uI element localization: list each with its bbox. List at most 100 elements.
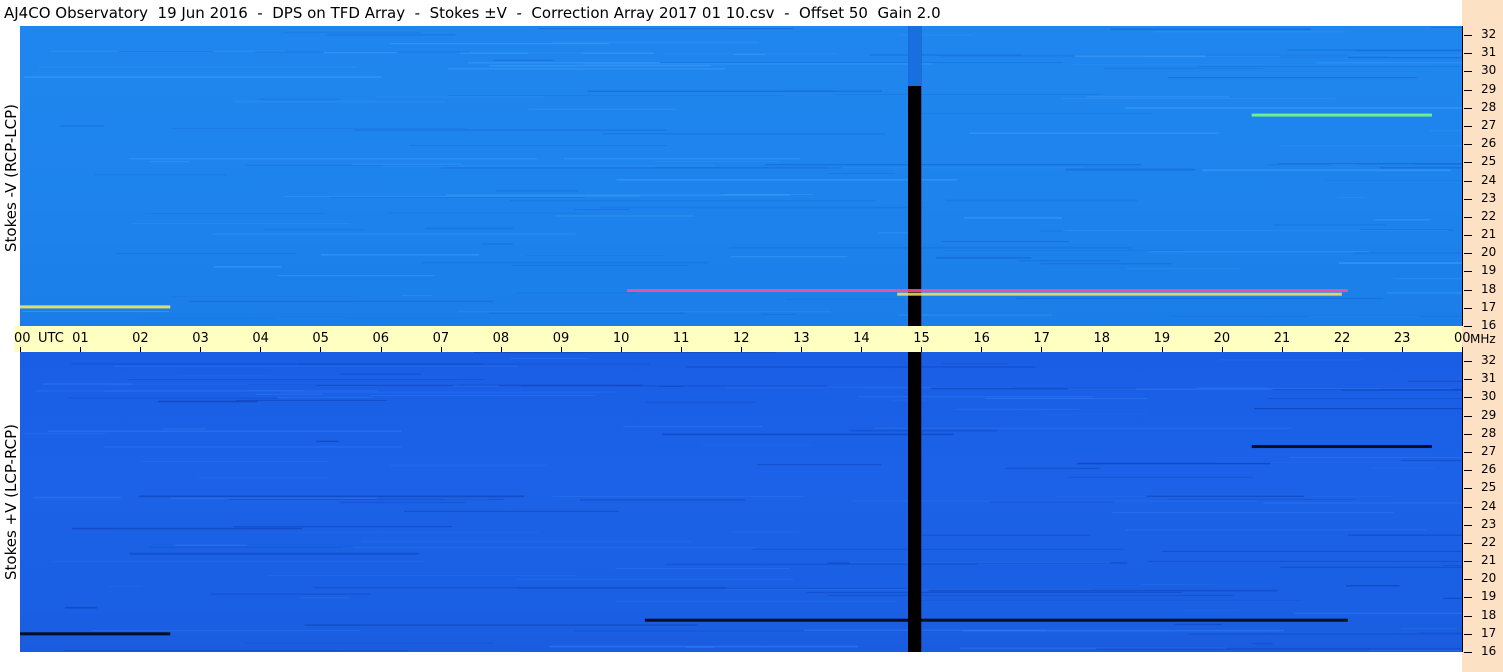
noise-streak [686, 646, 715, 648]
noise-streak [733, 531, 800, 533]
mhz-tick-label: 22 [1481, 534, 1497, 549]
bottom-panel-ylabel: Stokes +V (LCP-RCP) [2, 424, 20, 580]
noise-streak [1263, 502, 1462, 504]
noise-streak [178, 374, 272, 376]
noise-streak [1004, 467, 1100, 470]
noise-streak [1061, 229, 1448, 231]
utc-tick-label: 00 [14, 331, 31, 346]
noise-streak [452, 385, 500, 387]
noise-streak [1174, 623, 1223, 626]
noise-streak [913, 112, 1151, 115]
noise-streak [162, 428, 207, 430]
mhz-tick-mark [1464, 470, 1472, 472]
mhz-tick-label: 31 [1481, 371, 1497, 386]
noise-streak [129, 552, 419, 555]
noise-streak [1202, 169, 1451, 172]
noise-streak [139, 495, 525, 498]
noise-streak [1294, 612, 1462, 614]
noise-streak [1252, 642, 1274, 645]
noise-streak [339, 373, 421, 375]
noise-streak [321, 254, 480, 256]
utc-tick-mark [921, 347, 923, 352]
mhz-tick-mark [1464, 379, 1472, 381]
noise-streak [389, 464, 548, 466]
noise-streak [284, 195, 640, 197]
noise-streak [898, 314, 1052, 316]
noise-streak [645, 401, 756, 403]
utc-tick-mark [1401, 347, 1403, 352]
noise-streak [849, 561, 1111, 564]
mhz-tick-label: 28 [1481, 425, 1497, 440]
noise-streak [141, 461, 330, 462]
noise-streak [828, 594, 1234, 596]
noise-streak [1358, 163, 1462, 165]
mhz-tick-mark [1464, 253, 1472, 255]
noise-streak [1273, 224, 1386, 226]
utc-unit-label: UTC [38, 331, 64, 346]
utc-tick-label: 06 [372, 331, 390, 346]
mhz-tick-mark [1464, 361, 1472, 363]
noise-streak [297, 363, 651, 365]
noise-streak [1400, 459, 1462, 462]
noise-streak [316, 440, 339, 443]
noise-streak [330, 196, 586, 199]
noise-streak [1077, 462, 1271, 465]
noise-streak [448, 68, 725, 70]
noise-streak [955, 408, 1080, 410]
noise-streak [1167, 498, 1356, 500]
noise-streak [1353, 252, 1462, 254]
mhz-tick-label: 26 [1481, 136, 1497, 151]
noise-streak [1430, 27, 1462, 28]
noise-streak [1387, 292, 1462, 294]
noise-streak [941, 362, 1008, 364]
noise-streak [22, 432, 108, 434]
utc-tick-label: 16 [973, 331, 990, 346]
noise-streak [139, 317, 490, 319]
noise-streak [1268, 398, 1462, 400]
noise-streak [874, 427, 1292, 429]
noise-streak [375, 96, 544, 98]
noise-streak [786, 299, 906, 301]
noise-streak [387, 212, 585, 214]
noise-streak [521, 385, 828, 387]
utc-tick-mark [440, 347, 442, 352]
noise-streak [473, 352, 777, 354]
emission-band [626, 289, 1348, 293]
mhz-tick-mark [1464, 216, 1472, 218]
noise-streak [828, 173, 895, 174]
noise-streak [326, 33, 456, 36]
noise-streak [1041, 413, 1148, 415]
noise-streak [213, 266, 282, 268]
mhz-tick-mark [1464, 35, 1472, 37]
noise-streak [269, 575, 576, 576]
noise-streak [1316, 62, 1462, 64]
noise-streak [969, 132, 1220, 134]
utc-tick-label: 05 [312, 331, 329, 346]
noise-streak [33, 496, 122, 499]
noise-streak [941, 241, 1069, 243]
mhz-tick-label: 23 [1481, 190, 1497, 205]
utc-tick-mark [80, 347, 82, 352]
noise-streak [616, 179, 957, 181]
noise-streak [616, 600, 896, 602]
utc-tick-mark [981, 347, 983, 352]
noise-streak [858, 396, 1094, 398]
noise-streak [936, 257, 1032, 259]
noise-streak [1280, 145, 1462, 147]
mhz-tick-mark [1464, 307, 1472, 309]
noise-streak [912, 534, 1090, 536]
noise-streak [1183, 609, 1240, 611]
noise-streak [1337, 197, 1366, 198]
utc-tick-label: 08 [492, 331, 510, 346]
utc-tick-label: 20 [1213, 331, 1231, 346]
noise-streak [361, 540, 692, 543]
noise-streak [587, 90, 882, 92]
noise-streak [50, 560, 426, 562]
utc-tick-label: 12 [733, 331, 750, 346]
noise-streak [1348, 56, 1462, 59]
utc-tick-label: 04 [252, 331, 269, 346]
mhz-tick-mark [1464, 198, 1472, 200]
top-spectrogram-svg [20, 26, 1462, 326]
noise-streak [1345, 585, 1400, 587]
mhz-tick-mark [1464, 107, 1472, 109]
